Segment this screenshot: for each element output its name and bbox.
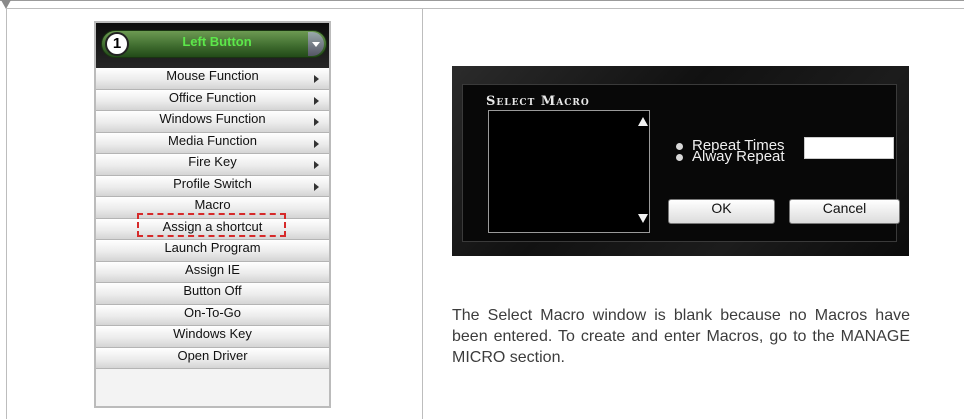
menu-item-open-driver[interactable]: Open Driver: [96, 347, 329, 369]
submenu-arrow-icon: [314, 161, 319, 169]
submenu-arrow-icon: [314, 139, 319, 148]
menu-item-label: Office Function: [168, 89, 257, 105]
menu-item-label: Profile Switch: [173, 175, 252, 191]
menu-item-label: Fire Key: [188, 154, 237, 169]
always-repeat-label: Alway Repeat: [692, 148, 785, 165]
menu-item-label: Launch Program: [164, 240, 261, 255]
menu-item-windows-key[interactable]: Windows Key: [96, 326, 329, 348]
menu-header: 1 Left Button: [96, 23, 329, 68]
menu-item-assign-ie[interactable]: Assign IE: [96, 261, 329, 283]
macro-highlight-box: [137, 213, 286, 237]
menu-item-launch-program[interactable]: Launch Program: [96, 240, 329, 262]
menu-item-label: Mouse Function: [166, 68, 259, 83]
menu-item-office-function[interactable]: Office Function: [96, 89, 329, 111]
submenu-arrow-icon: [314, 75, 319, 83]
scroll-down-icon[interactable]: [638, 214, 648, 223]
ok-button[interactable]: OK: [668, 199, 775, 224]
button-number-badge: 1: [105, 32, 129, 56]
submenu-arrow-icon: [314, 118, 319, 126]
menu-item-mouse-function[interactable]: Mouse Function: [96, 68, 329, 90]
caption-text: The Select Macro window is blank because…: [452, 307, 910, 366]
menu-item-label: Windows Key: [173, 326, 252, 341]
cancel-button[interactable]: Cancel: [789, 199, 900, 224]
submenu-arrow-icon: [314, 182, 319, 191]
button-selector-label: Left Button: [182, 34, 252, 49]
scroll-up-icon[interactable]: [638, 117, 648, 126]
column-divider: [422, 8, 423, 419]
repeat-times-input[interactable]: [804, 137, 894, 159]
menu-item-profile-switch[interactable]: Profile Switch: [96, 175, 329, 197]
menu-item-button-off[interactable]: Button Off: [96, 283, 329, 305]
menu-item-fire-key[interactable]: Fire Key: [96, 154, 329, 176]
menu-item-on-to-go[interactable]: On-To-Go: [96, 304, 329, 326]
submenu-arrow-icon: [314, 96, 319, 105]
dialog-title: Select Macro: [486, 94, 590, 109]
repeat-times-radio[interactable]: [676, 143, 683, 150]
menu-item-label: Macro: [194, 197, 231, 212]
menu-item-label: Media Function: [168, 132, 257, 148]
menu-item-label: Button Off: [183, 283, 242, 298]
menu-item-label: Windows Function: [159, 111, 266, 126]
always-repeat-radio[interactable]: [676, 154, 683, 161]
macro-list[interactable]: [488, 110, 650, 233]
menu-item-label: Assign IE: [185, 261, 240, 277]
top-rule: [0, 0, 964, 1]
chevron-down-icon: [312, 42, 320, 47]
menu-item-label: On-To-Go: [183, 304, 242, 320]
menu-item-windows-function[interactable]: Windows Function: [96, 111, 329, 133]
menu-item-media-function[interactable]: Media Function: [96, 132, 329, 154]
menu-item-label: Open Driver: [177, 347, 248, 363]
